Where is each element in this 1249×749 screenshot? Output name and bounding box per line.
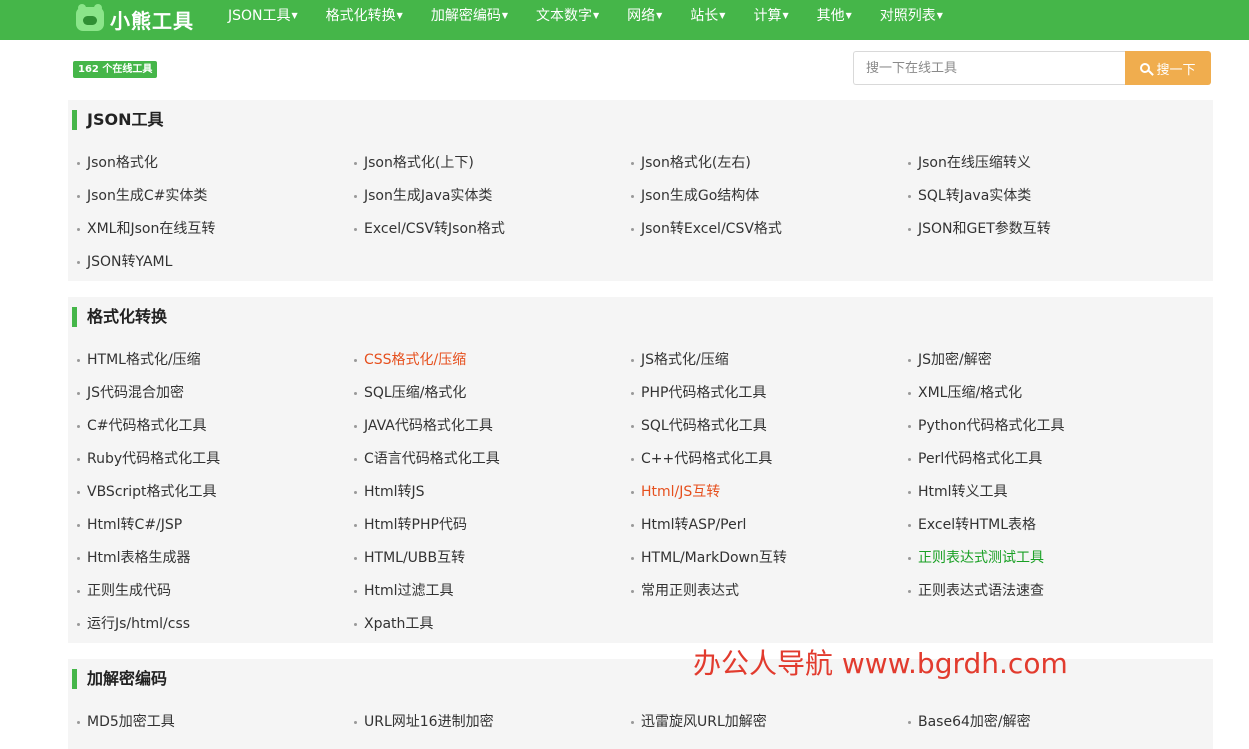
- tool-link[interactable]: MD5加密工具: [68, 706, 345, 739]
- tool-link[interactable]: Xpath工具: [345, 608, 622, 641]
- tool-link[interactable]: 正则生成代码: [68, 575, 345, 608]
- caret-down-icon: ▼: [719, 11, 726, 20]
- tool-link[interactable]: Json格式化(上下): [345, 147, 622, 180]
- logo-text: 小熊工具: [110, 8, 194, 33]
- tool-link[interactable]: 运行Js/html/css: [68, 608, 345, 641]
- tool-link[interactable]: Html/JS互转: [622, 476, 899, 509]
- tool-link[interactable]: HTML/UBB互转: [345, 542, 622, 575]
- tool-link[interactable]: C#代码格式化工具: [68, 410, 345, 443]
- search-icon: [1140, 63, 1151, 73]
- tool-link[interactable]: Html表格生成器: [68, 542, 345, 575]
- tool-link[interactable]: JS加密/解密: [899, 344, 1176, 377]
- tool-link[interactable]: Json格式化: [68, 147, 345, 180]
- caret-down-icon: ▼: [936, 11, 943, 20]
- site-logo[interactable]: 小熊工具: [76, 4, 194, 34]
- section-json-tools: JSON工具 Json格式化 Json格式化(上下) Json格式化(左右) J…: [68, 100, 1213, 281]
- nav-item-text[interactable]: 文本数字▼: [522, 0, 613, 40]
- caret-down-icon: ▼: [782, 11, 789, 20]
- tool-link[interactable]: JAVA代码格式化工具: [345, 410, 622, 443]
- tool-link[interactable]: Perl代码格式化工具: [899, 443, 1176, 476]
- tool-link[interactable]: JS格式化/压缩: [622, 344, 899, 377]
- tool-link[interactable]: Html转C#/JSP: [68, 509, 345, 542]
- caret-down-icon: ▼: [656, 11, 663, 20]
- search-button-label: 搜一下: [1156, 62, 1196, 78]
- tool-link[interactable]: Json在线压缩转义: [899, 147, 1176, 180]
- tool-link[interactable]: JSON转YAML: [68, 246, 345, 279]
- tool-link[interactable]: Html转义工具: [899, 476, 1176, 509]
- tool-link[interactable]: Html过滤工具: [345, 575, 622, 608]
- tool-link[interactable]: CSS格式化/压缩: [345, 344, 622, 377]
- caret-down-icon: ▼: [592, 11, 600, 20]
- nav-item-format[interactable]: 格式化转换▼: [312, 0, 417, 40]
- top-nav-bar: 小熊工具 JSON工具▼ 格式化转换▼ 加解密编码▼ 文本数字▼ 网络▼ 站长▼…: [0, 0, 1249, 40]
- tool-link[interactable]: Excel转HTML表格: [899, 509, 1176, 542]
- tool-link[interactable]: 常用正则表达式: [622, 575, 899, 608]
- bear-logo-icon: [76, 4, 104, 31]
- tool-link[interactable]: Json生成Java实体类: [345, 180, 622, 213]
- tool-link[interactable]: Json生成C#实体类: [68, 180, 345, 213]
- tool-link[interactable]: HTML/MarkDown互转: [622, 542, 899, 575]
- tool-link[interactable]: SQL压缩/格式化: [345, 377, 622, 410]
- tool-link[interactable]: Html转PHP代码: [345, 509, 622, 542]
- tool-link[interactable]: JS代码混合加密: [68, 377, 345, 410]
- tool-link[interactable]: Html转ASP/Perl: [622, 509, 899, 542]
- tool-link[interactable]: Python代码格式化工具: [899, 410, 1176, 443]
- section-title: 格式化转换: [72, 307, 167, 327]
- tool-link[interactable]: Json格式化(左右): [622, 147, 899, 180]
- nav-item-network[interactable]: 网络▼: [613, 0, 676, 40]
- nav-item-encode[interactable]: 加解密编码▼: [417, 0, 522, 40]
- nav-item-json[interactable]: JSON工具▼: [214, 0, 312, 40]
- tool-link[interactable]: JSON和GET参数互转: [899, 213, 1176, 246]
- tool-grid: MD5加密工具 URL网址16进制加密 迅雷旋风URL加解密 Base64加密/…: [68, 706, 1213, 739]
- watermark-text: 办公人导航 www.bgrdh.com: [693, 647, 1068, 680]
- section-format-conversion: 格式化转换 HTML格式化/压缩 CSS格式化/压缩 JS格式化/压缩 JS加密…: [68, 297, 1213, 643]
- tool-link[interactable]: 迅雷旋风URL加解密: [622, 706, 899, 739]
- tool-link[interactable]: SQL转Java实体类: [899, 180, 1176, 213]
- tool-link[interactable]: PHP代码格式化工具: [622, 377, 899, 410]
- section-title: 加解密编码: [72, 669, 167, 689]
- tool-link[interactable]: HTML格式化/压缩: [68, 344, 345, 377]
- tool-link[interactable]: XML和Json在线互转: [68, 213, 345, 246]
- tool-link[interactable]: 正则表达式测试工具: [899, 542, 1176, 575]
- tool-link[interactable]: C++代码格式化工具: [622, 443, 899, 476]
- caret-down-icon: ▼: [845, 11, 852, 20]
- search-input[interactable]: [853, 51, 1125, 85]
- tool-link[interactable]: SQL代码格式化工具: [622, 410, 899, 443]
- nav-item-other[interactable]: 其他▼: [803, 0, 866, 40]
- nav-item-calc[interactable]: 计算▼: [739, 0, 802, 40]
- tool-link[interactable]: C语言代码格式化工具: [345, 443, 622, 476]
- tool-grid: Json格式化 Json格式化(上下) Json格式化(左右) Json在线压缩…: [68, 147, 1213, 279]
- caret-down-icon: ▼: [501, 11, 508, 20]
- tool-link[interactable]: URL网址16进制加密: [345, 706, 622, 739]
- tool-grid: HTML格式化/压缩 CSS格式化/压缩 JS格式化/压缩 JS加密/解密 JS…: [68, 344, 1213, 641]
- tool-link[interactable]: Json转Excel/CSV格式: [622, 213, 899, 246]
- section-title: JSON工具: [72, 110, 163, 130]
- tool-link[interactable]: Json生成Go结构体: [622, 180, 899, 213]
- tool-link[interactable]: 正则表达式语法速查: [899, 575, 1176, 608]
- nav-item-webmaster[interactable]: 站长▼: [676, 0, 739, 40]
- caret-down-icon: ▼: [291, 11, 298, 20]
- caret-down-icon: ▼: [396, 11, 403, 20]
- tool-link[interactable]: Excel/CSV转Json格式: [345, 213, 622, 246]
- tool-link[interactable]: VBScript格式化工具: [68, 476, 345, 509]
- nav-item-reference[interactable]: 对照列表▼: [866, 0, 957, 40]
- main-nav: JSON工具▼ 格式化转换▼ 加解密编码▼ 文本数字▼ 网络▼ 站长▼ 计算▼ …: [214, 0, 957, 40]
- tool-count-badge: 162 个在线工具: [73, 61, 158, 78]
- tool-link[interactable]: Ruby代码格式化工具: [68, 443, 345, 476]
- tool-link[interactable]: Base64加密/解密: [899, 706, 1176, 739]
- tool-link[interactable]: XML压缩/格式化: [899, 377, 1176, 410]
- search-button[interactable]: 搜一下: [1125, 51, 1211, 85]
- tool-link[interactable]: Html转JS: [345, 476, 622, 509]
